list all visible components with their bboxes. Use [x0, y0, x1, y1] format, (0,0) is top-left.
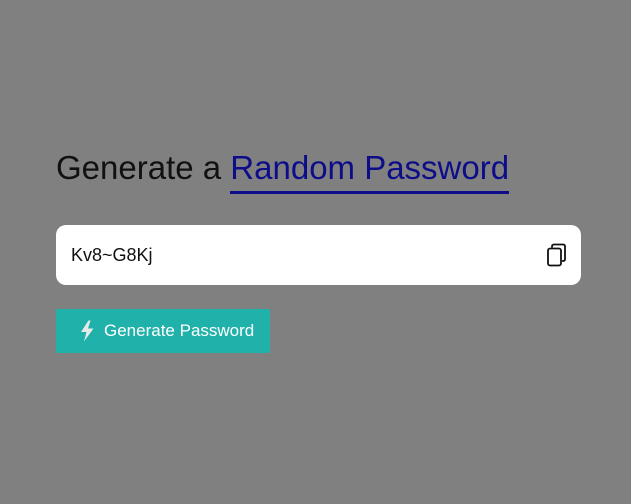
generate-password-button[interactable]: Generate Password: [56, 309, 270, 353]
generate-button-label: Generate Password: [104, 321, 255, 340]
lightning-bolt-icon: [78, 320, 96, 342]
title-highlight: Random Password: [230, 146, 510, 194]
password-field-container: [56, 225, 581, 285]
title-prefix: Generate a: [56, 149, 222, 186]
copy-icon[interactable]: [545, 243, 567, 267]
password-output[interactable]: [71, 225, 511, 285]
password-generator: Generate a Random Password Generate Pass…: [56, 146, 581, 353]
page-title: Generate a Random Password: [56, 146, 581, 194]
